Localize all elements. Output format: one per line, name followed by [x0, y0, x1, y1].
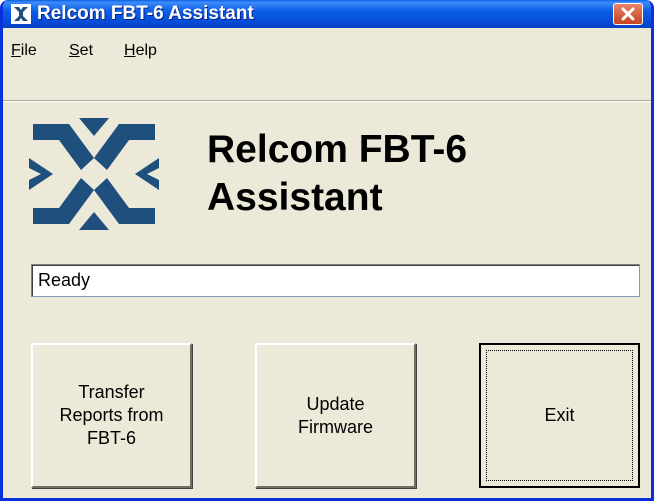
focus-rectangle: [486, 350, 633, 481]
app-heading: Relcom FBT-6 Assistant: [207, 126, 467, 222]
app-logo-icon: [11, 4, 31, 24]
update-label-line-1: Update: [306, 393, 365, 414]
close-button[interactable]: [613, 3, 643, 25]
menu-file[interactable]: File: [11, 42, 37, 60]
transfer-label-line-2: Reports from: [59, 405, 164, 425]
transfer-label-line-3: FBT-6: [86, 428, 136, 448]
transfer-label-line-1: Transfer: [78, 382, 145, 402]
menu-separator: [3, 100, 651, 102]
heading-line-1: Relcom FBT-6: [207, 128, 468, 171]
title-bar[interactable]: Relcom FBT-6 Assistant: [3, 0, 651, 28]
menu-set[interactable]: Set: [69, 42, 93, 60]
close-icon: [621, 7, 635, 21]
exit-button[interactable]: Exit: [479, 343, 640, 488]
update-label-line-2: Firmware: [298, 416, 373, 437]
update-firmware-button[interactable]: Update Firmware: [255, 343, 416, 488]
menu-help[interactable]: Help: [124, 42, 157, 60]
transfer-reports-button[interactable]: Transfer Reports from FBT-6: [31, 343, 192, 488]
heading-line-2: Assistant: [207, 176, 383, 219]
relcom-logo-icon: [29, 118, 159, 230]
status-field: Ready: [31, 264, 640, 297]
app-window: Relcom FBT-6 Assistant File Set Help Rel…: [0, 0, 654, 501]
window-title: Relcom FBT-6 Assistant: [37, 3, 254, 24]
menu-bar: [3, 28, 651, 70]
